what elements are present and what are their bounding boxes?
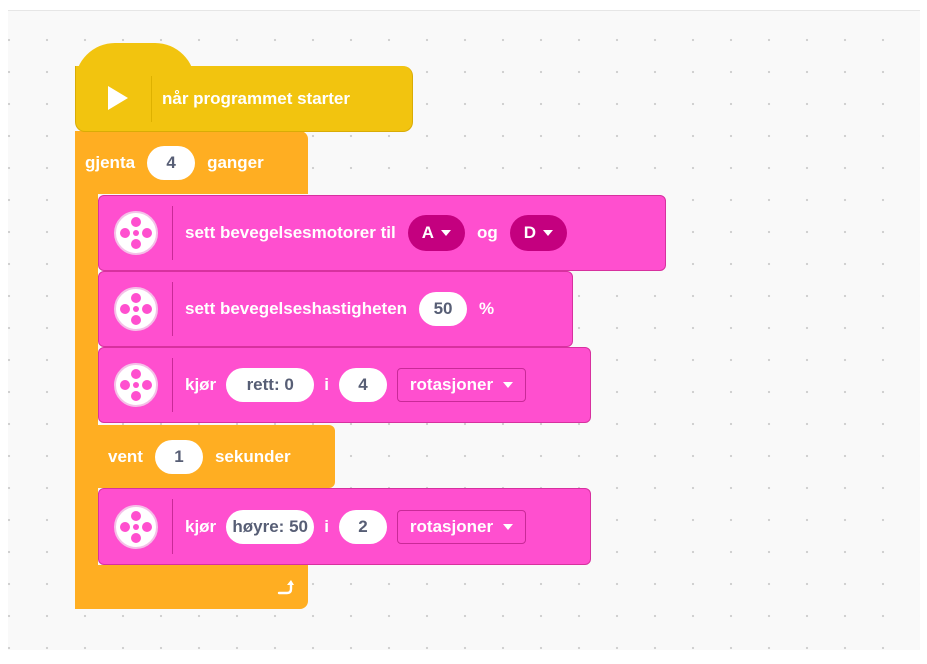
- and-text: og: [476, 223, 498, 242]
- wait-suffix: sekunder: [214, 446, 291, 466]
- chevron-down-icon: [503, 382, 514, 388]
- speed-input[interactable]: 50: [419, 292, 468, 326]
- move-block[interactable]: kjør rett: 0 i 4 rotasjoner: [98, 347, 591, 423]
- percent-unit: %: [479, 299, 495, 318]
- wait-seconds-input[interactable]: 1: [154, 439, 203, 474]
- drive-verb: kjør: [185, 375, 217, 394]
- set-speed-text: sett bevegelseshastigheten: [185, 299, 408, 318]
- repeat-block-bottom: [75, 565, 308, 609]
- wait-prefix: vent: [108, 446, 143, 466]
- direction-input[interactable]: rett: 0: [226, 368, 315, 402]
- motor-icon: [114, 363, 158, 407]
- direction-input[interactable]: høyre: 50: [226, 509, 315, 544]
- motor-icon: [114, 211, 158, 255]
- motor-icon: [114, 504, 158, 549]
- play-icon: [108, 86, 128, 110]
- repeat-prefix: gjenta: [85, 152, 136, 172]
- move-block[interactable]: kjør høyre: 50 i 2 rotasjoner: [98, 488, 591, 565]
- port-a-dropdown[interactable]: A: [407, 215, 465, 251]
- set-motors-text: sett bevegelsesmotorer til: [185, 223, 396, 242]
- repeat-suffix: ganger: [207, 152, 264, 172]
- amount-input[interactable]: 2: [338, 509, 387, 544]
- chevron-down-icon: [503, 523, 514, 530]
- drive-verb: kjør: [185, 516, 217, 536]
- chevron-down-icon: [440, 230, 451, 236]
- unit-dropdown[interactable]: rotasjoner: [396, 509, 527, 544]
- wait-block[interactable]: vent 1 sekunder: [98, 425, 335, 488]
- loop-arrow-icon: [277, 580, 294, 595]
- repeat-block[interactable]: gjenta 4 ganger: [75, 131, 308, 194]
- set-movement-speed-block[interactable]: sett bevegelseshastigheten 50 %: [98, 271, 573, 347]
- hat-label: når programmet starter: [162, 89, 351, 108]
- in-text: i: [324, 375, 329, 394]
- port-d-dropdown[interactable]: D: [509, 215, 568, 251]
- chevron-down-icon: [543, 230, 554, 236]
- when-program-starts-block[interactable]: når programmet starter: [75, 66, 413, 132]
- unit-dropdown[interactable]: rotasjoner: [396, 368, 527, 402]
- set-movement-motors-block[interactable]: sett bevegelsesmotorer til A og D: [98, 195, 666, 271]
- in-text: i: [324, 516, 329, 536]
- amount-input[interactable]: 4: [338, 368, 387, 402]
- repeat-count-input[interactable]: 4: [147, 145, 196, 180]
- motor-icon: [114, 287, 158, 331]
- repeat-block-arm: [75, 131, 98, 609]
